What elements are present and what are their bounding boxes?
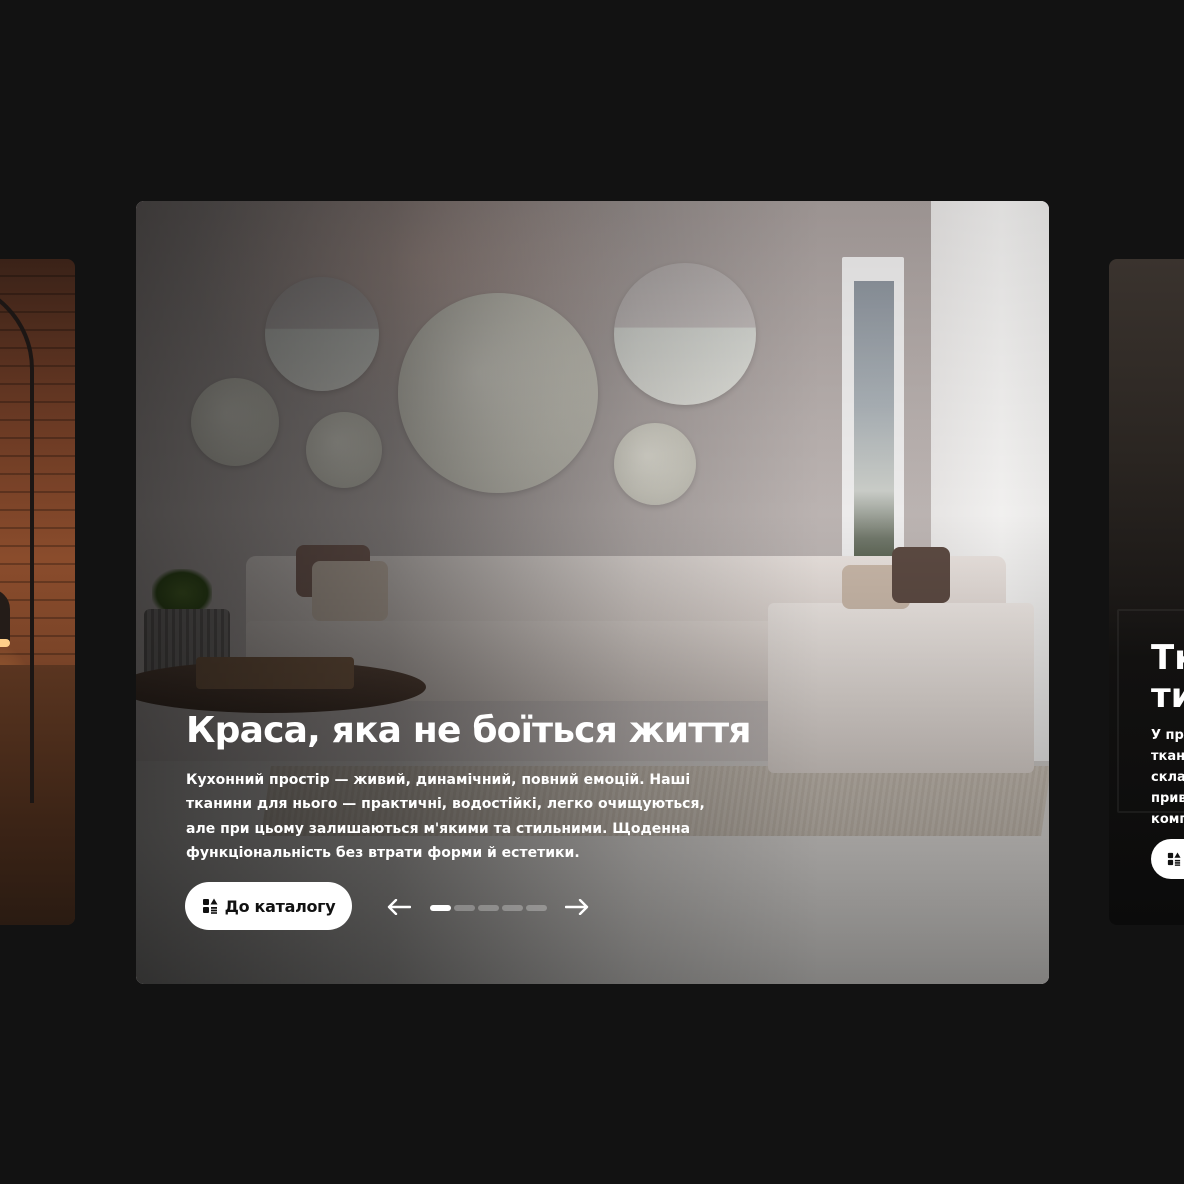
next-slide-catalog-button[interactable] bbox=[1151, 839, 1184, 879]
carousel-stage: Краса, яка не боїться життя Кухонний про… bbox=[0, 0, 1184, 1184]
pagination-dot-active[interactable] bbox=[430, 905, 451, 911]
slide-title: Краса, яка не боїться життя bbox=[186, 710, 751, 751]
next-slide-arrow[interactable] bbox=[563, 895, 591, 919]
next-slide-description: У пре ткани склад приве комп bbox=[1151, 728, 1184, 827]
arrow-left-icon bbox=[387, 899, 411, 915]
next-slide-title: Тк ти bbox=[1151, 638, 1184, 716]
to-catalog-button[interactable]: До каталогу bbox=[185, 882, 352, 930]
arrow-right-icon bbox=[565, 899, 589, 915]
pagination-dot[interactable] bbox=[478, 905, 499, 911]
catalog-icon bbox=[202, 898, 218, 914]
to-catalog-button-label: До каталогу bbox=[224, 896, 336, 916]
floor-lamp-glow bbox=[0, 639, 10, 647]
previous-slide-card[interactable] bbox=[0, 259, 75, 925]
text-readability-gradient bbox=[136, 201, 1049, 984]
next-slide-card[interactable]: Тк ти У пре ткани склад приве комп bbox=[1109, 259, 1184, 925]
catalog-icon bbox=[1167, 852, 1181, 866]
pagination-dot[interactable] bbox=[454, 905, 475, 911]
previous-slide-arrow[interactable] bbox=[385, 895, 413, 919]
pagination-dot[interactable] bbox=[502, 905, 523, 911]
slide-description: Кухонний простір — живий, динамічний, по… bbox=[186, 772, 705, 861]
floor-lamp-arc bbox=[0, 279, 34, 803]
slide-pagination bbox=[430, 905, 547, 911]
active-slide-card: Краса, яка не боїться життя Кухонний про… bbox=[136, 201, 1049, 984]
pagination-dot[interactable] bbox=[526, 905, 547, 911]
